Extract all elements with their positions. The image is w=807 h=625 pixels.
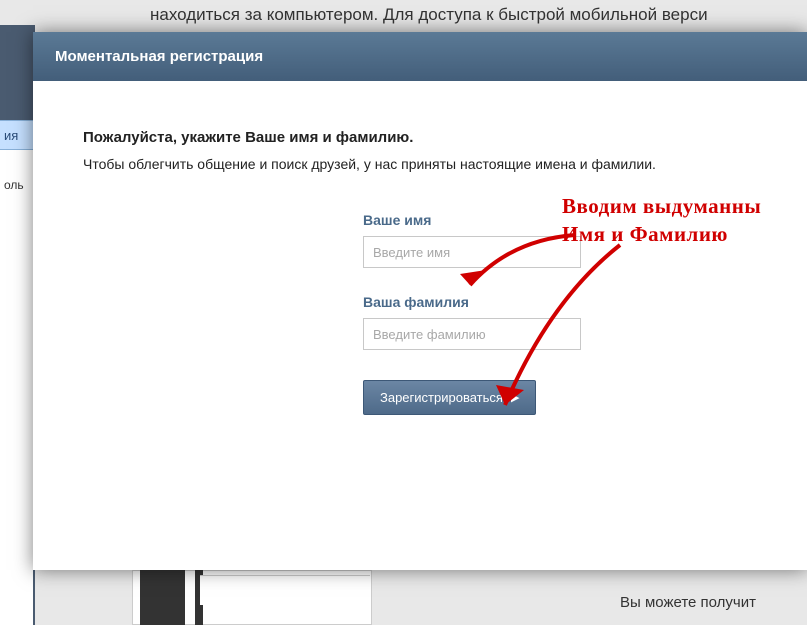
prompt-subtitle: Чтобы облегчить общение и поиск друзей, … xyxy=(83,156,757,172)
last-name-label: Ваша фамилия xyxy=(363,294,603,310)
background-box-inner xyxy=(200,575,370,605)
register-button[interactable]: Зарегистрироваться ▶ xyxy=(363,380,536,415)
background-label: оль xyxy=(4,178,24,192)
registration-modal: Моментальная регистрация Пожалуйста, ука… xyxy=(33,32,807,570)
register-button-label: Зарегистрироваться xyxy=(380,390,503,405)
annotation-line-2: Имя и Фамилию xyxy=(562,220,761,248)
modal-body: Пожалуйста, укажите Ваше имя и фамилию. … xyxy=(33,81,807,435)
annotation-line-1: Вводим выдуманны xyxy=(562,192,761,220)
first-name-input[interactable] xyxy=(363,236,581,268)
prompt-title: Пожалуйста, укажите Ваше имя и фамилию. xyxy=(83,129,757,146)
background-bottom-text: Вы можете получит xyxy=(620,594,756,611)
chevron-right-icon: ▶ xyxy=(511,391,519,404)
last-name-input[interactable] xyxy=(363,318,581,350)
modal-title: Моментальная регистрация xyxy=(33,32,807,81)
background-dark-box xyxy=(140,570,185,625)
background-white xyxy=(0,150,33,625)
annotation-text: Вводим выдуманны Имя и Фамилию xyxy=(562,192,761,249)
background-text-top: находиться за компьютером. Для доступа к… xyxy=(150,5,708,25)
background-tab: ия xyxy=(0,120,33,150)
